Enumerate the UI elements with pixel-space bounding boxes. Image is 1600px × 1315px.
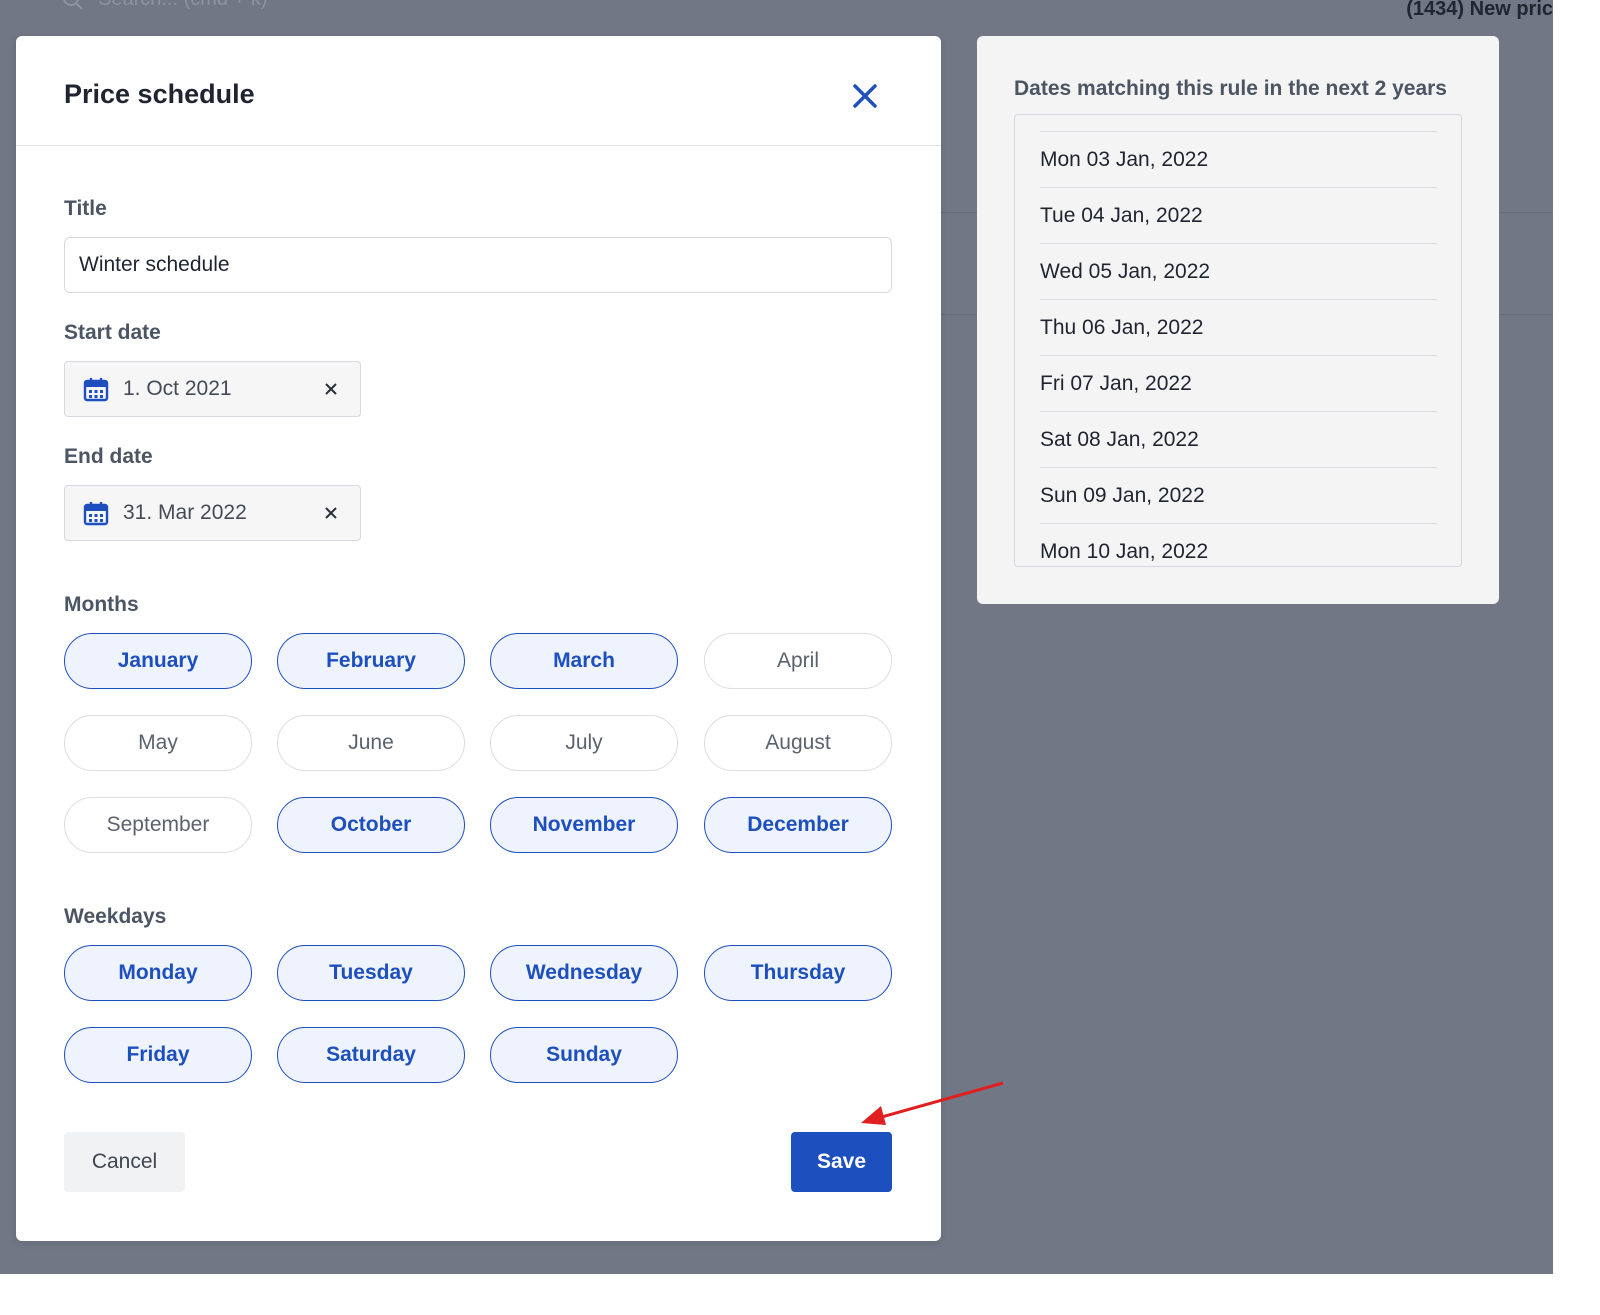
pill-label: Thursday (750, 961, 846, 984)
pill-label: Sunday (546, 1043, 622, 1066)
list-item: Mon 03 Jan, 2022 (1040, 131, 1437, 187)
weekdays-label: Weekdays (64, 905, 167, 928)
list-item: Wed 05 Jan, 2022 (1040, 243, 1437, 299)
price-count-label: (1434) New pric (1406, 0, 1553, 20)
month-pill-february[interactable]: February (277, 633, 465, 689)
weekday-pill-monday[interactable]: Monday (64, 945, 252, 1001)
calendar-icon (83, 502, 109, 526)
pill-label: August (765, 731, 831, 754)
dates-list-inner: Mon 03 Jan, 2022 Tue 04 Jan, 2022 Wed 05… (1040, 131, 1437, 566)
matching-dates-panel: Dates matching this rule in the next 2 y… (977, 36, 1499, 604)
month-pill-april[interactable]: April (704, 633, 892, 689)
pill-label: February (326, 649, 416, 672)
modal-title: Price schedule (64, 79, 255, 109)
background-search: Search... (cmd + k) (62, 0, 268, 11)
pill-label: Tuesday (329, 961, 413, 984)
list-item: Tue 04 Jan, 2022 (1040, 187, 1437, 243)
weekday-pill-tuesday[interactable]: Tuesday (277, 945, 465, 1001)
clear-start-date-icon[interactable] (324, 382, 338, 396)
month-pill-january[interactable]: January (64, 633, 252, 689)
pill-label: September (106, 813, 210, 836)
months-label: Months (64, 593, 139, 616)
calendar-icon (83, 378, 109, 402)
pill-label: April (776, 649, 819, 672)
month-pill-december[interactable]: December (704, 797, 892, 853)
month-pill-july[interactable]: July (490, 715, 678, 771)
month-pill-may[interactable]: May (64, 715, 252, 771)
modal-header: Price schedule (16, 36, 941, 146)
weekday-pill-saturday[interactable]: Saturday (277, 1027, 465, 1083)
pill-label: Saturday (326, 1043, 416, 1066)
start-date-label: Start date (64, 321, 161, 344)
pill-label: November (532, 813, 636, 836)
weekday-pill-wednesday[interactable]: Wednesday (490, 945, 678, 1001)
month-pill-november[interactable]: November (490, 797, 678, 853)
price-schedule-modal: Price schedule Title Start date 1. Oct 2… (16, 36, 941, 1241)
start-date-value: 1. Oct 2021 (123, 377, 232, 400)
end-date-label: End date (64, 445, 153, 468)
cancel-button[interactable]: Cancel (64, 1132, 185, 1192)
month-pill-september[interactable]: September (64, 797, 252, 853)
month-pill-june[interactable]: June (277, 715, 465, 771)
list-item: Thu 06 Jan, 2022 (1040, 299, 1437, 355)
pill-label: Monday (118, 961, 198, 984)
matching-dates-list[interactable]: Mon 03 Jan, 2022 Tue 04 Jan, 2022 Wed 05… (1014, 114, 1462, 567)
month-pill-august[interactable]: August (704, 715, 892, 771)
weekday-pill-thursday[interactable]: Thursday (704, 945, 892, 1001)
pill-label: July (565, 731, 603, 754)
weekday-pill-friday[interactable]: Friday (64, 1027, 252, 1083)
list-item: Sat 08 Jan, 2022 (1040, 411, 1437, 467)
start-date-field[interactable]: 1. Oct 2021 (64, 361, 361, 417)
search-icon (63, 0, 83, 10)
pill-label: June (348, 731, 394, 754)
close-icon[interactable] (850, 81, 880, 111)
pill-label: October (330, 813, 412, 836)
pill-label: Wednesday (525, 961, 643, 984)
list-item: Sun 09 Jan, 2022 (1040, 467, 1437, 523)
title-input[interactable] (64, 237, 892, 293)
save-button[interactable]: Save (791, 1132, 892, 1192)
list-item: Fri 07 Jan, 2022 (1040, 355, 1437, 411)
end-date-value: 31. Mar 2022 (123, 501, 247, 524)
list-item: Mon 10 Jan, 2022 (1040, 523, 1437, 566)
pill-label: May (138, 731, 178, 754)
month-pill-march[interactable]: March (490, 633, 678, 689)
pill-label: Friday (126, 1043, 190, 1066)
search-placeholder: Search... (cmd + k) (98, 0, 268, 11)
title-label: Title (64, 197, 107, 220)
month-pill-october[interactable]: October (277, 797, 465, 853)
pill-label: January (117, 649, 199, 672)
weekday-pill-sunday[interactable]: Sunday (490, 1027, 678, 1083)
pill-label: March (553, 649, 615, 672)
matching-dates-title: Dates matching this rule in the next 2 y… (1014, 77, 1447, 100)
pill-label: December (747, 813, 849, 836)
clear-end-date-icon[interactable] (324, 506, 338, 520)
end-date-field[interactable]: 31. Mar 2022 (64, 485, 361, 541)
